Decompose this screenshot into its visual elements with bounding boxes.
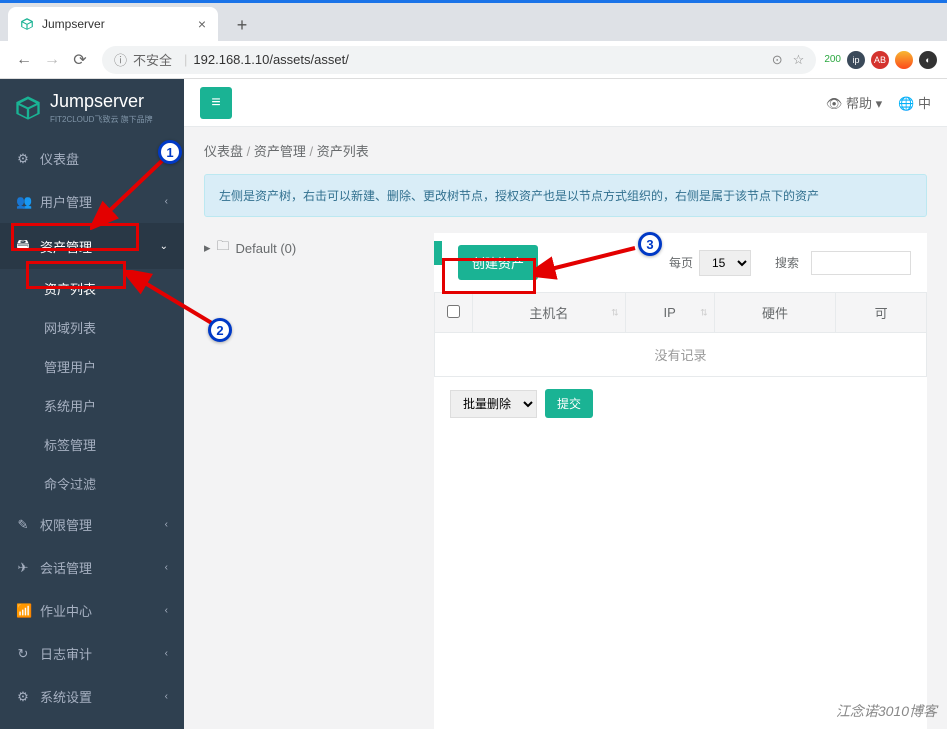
submit-button[interactable]: 提交	[545, 389, 593, 418]
col-hostname[interactable]: 主机名⇅	[473, 293, 626, 333]
sidebar-item-label: 日志审计	[40, 644, 92, 663]
chevron-left-icon: ‹	[165, 562, 168, 573]
ext-dark-icon[interactable]: ◐	[919, 51, 937, 69]
new-tab-button[interactable]: +	[226, 9, 258, 41]
top-bar: ≡ 👁 帮助 ▾ 🌐 中	[184, 79, 947, 127]
assets-icon: 🖴	[16, 235, 30, 257]
caret-icon: ▸	[204, 240, 211, 256]
create-asset-button[interactable]: 创建资产	[458, 245, 538, 280]
sidebar-item-audits[interactable]: ↻ 日志审计 ‹	[0, 632, 184, 675]
chevron-left-icon: ‹	[165, 648, 168, 659]
sidebar-item-label: 系统设置	[40, 687, 92, 706]
asset-tree: ▸ 🗀 Default (0)	[204, 233, 434, 729]
asset-table: 主机名⇅ IP⇅ 硬件 可 没有记录	[434, 292, 927, 377]
sidebar-item-label: 用户管理	[40, 192, 92, 211]
sidebar-item-assets[interactable]: 🖴 资产管理 ⌄	[0, 223, 184, 269]
lang-switch[interactable]: 🌐 中	[898, 93, 931, 112]
select-all-checkbox[interactable]	[447, 305, 460, 318]
info-banner: 左侧是资产树，右击可以新建、删除、更改树节点，授权资产也是以节点方式组织的，右侧…	[204, 174, 927, 217]
tab-title: Jumpserver	[42, 17, 105, 31]
browser-tab[interactable]: Jumpserver ×	[8, 7, 218, 41]
panel-accent	[434, 241, 442, 265]
sidebar-item-perms[interactable]: ✎ 权限管理 ‹	[0, 503, 184, 546]
logo-tagline: FIT2CLOUD飞致云 旗下品牌	[50, 114, 153, 125]
jumpserver-logo-icon	[14, 94, 42, 122]
sidebar-sub-system-user[interactable]: 系统用户	[0, 386, 184, 425]
ext-abp-icon[interactable]: AB	[871, 51, 889, 69]
empty-row: 没有记录	[435, 333, 927, 377]
sidebar-sub-asset-list[interactable]: 资产列表	[0, 269, 184, 308]
tree-node-default[interactable]: ▸ 🗀 Default (0)	[204, 233, 434, 263]
sidebar-sub-admin-user[interactable]: 管理用户	[0, 347, 184, 386]
ext-ip-icon[interactable]: ip	[847, 51, 865, 69]
extension-icons: 200 ip AB ◐	[824, 51, 937, 69]
main-content: ≡ 👁 帮助 ▾ 🌐 中 仪表盘 / 资产管理 / 资产列表 左侧是资产树，右击…	[184, 79, 947, 729]
jobs-icon: 📶	[16, 603, 30, 619]
chevron-left-icon: ‹	[165, 519, 168, 530]
col-hardware[interactable]: 硬件	[714, 293, 836, 333]
url-input[interactable]: ⓘ 不安全 | 192.168.1.10/assets/asset/ ⊙ ☆	[102, 46, 816, 74]
breadcrumb-item[interactable]: 仪表盘	[204, 144, 243, 159]
breadcrumb-item[interactable]: 资产管理	[254, 144, 306, 159]
back-button[interactable]: ←	[10, 46, 38, 74]
col-ip[interactable]: IP⇅	[625, 293, 714, 333]
search-label: 搜索	[775, 254, 799, 271]
reload-button[interactable]: ⟳	[66, 46, 94, 74]
sidebar-item-jobs[interactable]: 📶 作业中心 ‹	[0, 589, 184, 632]
sidebar-sub-cmd-filter[interactable]: 命令过滤	[0, 464, 184, 503]
col-reachable[interactable]: 可	[836, 293, 927, 333]
chevron-down-icon: ⌄	[160, 241, 168, 252]
sidebar: Jumpserver FIT2CLOUD飞致云 旗下品牌 ⚙ 仪表盘 👥 用户管…	[0, 79, 184, 729]
per-page-select[interactable]: 15	[699, 250, 751, 276]
search-in-url-icon[interactable]: ⊙	[772, 52, 783, 68]
insecure-label: 不安全	[133, 50, 172, 69]
tree-node-label: Default (0)	[236, 241, 297, 256]
folder-icon: 🗀	[217, 237, 230, 259]
forward-button[interactable]: →	[38, 46, 66, 74]
chevron-left-icon: ‹	[165, 691, 168, 702]
sidebar-item-label: 权限管理	[40, 515, 92, 534]
sidebar-item-label: 会话管理	[40, 558, 92, 577]
jumpserver-favicon-icon	[20, 17, 34, 31]
badge-count: 200	[824, 54, 841, 65]
chevron-left-icon: ‹	[165, 196, 168, 207]
sidebar-sub-domain-list[interactable]: 网域列表	[0, 308, 184, 347]
browser-tab-bar: Jumpserver × +	[0, 3, 947, 41]
bulk-action-select[interactable]: 批量删除	[450, 390, 537, 418]
star-icon[interactable]: ☆	[793, 52, 805, 68]
ext-orange-icon[interactable]	[895, 51, 913, 69]
sidebar-item-label: 资产管理	[40, 237, 92, 256]
perms-icon: ✎	[16, 517, 30, 533]
info-icon: ⓘ	[114, 50, 127, 69]
address-bar: ← → ⟳ ⓘ 不安全 | 192.168.1.10/assets/asset/…	[0, 41, 947, 79]
sidebar-item-settings[interactable]: ⚙ 系统设置 ‹	[0, 675, 184, 718]
sidebar-item-dashboard[interactable]: ⚙ 仪表盘	[0, 137, 184, 180]
sidebar-sub-label[interactable]: 标签管理	[0, 425, 184, 464]
sidebar-item-sessions[interactable]: ✈ 会话管理 ‹	[0, 546, 184, 589]
breadcrumb-item: 资产列表	[317, 144, 369, 159]
sidebar-item-label: 仪表盘	[40, 149, 79, 168]
sessions-icon: ✈	[16, 560, 30, 576]
dashboard-icon: ⚙	[16, 151, 30, 167]
audits-icon: ↻	[16, 646, 30, 662]
search-input[interactable]	[811, 251, 911, 275]
hamburger-button[interactable]: ≡	[200, 87, 232, 119]
help-link[interactable]: 👁 帮助 ▾	[826, 93, 882, 112]
sidebar-item-users[interactable]: 👥 用户管理 ‹	[0, 180, 184, 223]
settings-icon: ⚙	[16, 689, 30, 705]
logo: Jumpserver FIT2CLOUD飞致云 旗下品牌	[0, 79, 184, 137]
users-icon: 👥	[16, 194, 30, 210]
url-text: 192.168.1.10/assets/asset/	[193, 52, 348, 67]
per-page-label: 每页	[669, 254, 693, 271]
logo-text: Jumpserver	[50, 91, 153, 112]
sidebar-item-label: 作业中心	[40, 601, 92, 620]
breadcrumb: 仪表盘 / 资产管理 / 资产列表	[184, 127, 947, 174]
chevron-left-icon: ‹	[165, 605, 168, 616]
table-panel: 创建资产 每页 15 搜索 主机名⇅ IP⇅ 硬件 可	[434, 233, 927, 729]
close-tab-icon[interactable]: ×	[198, 16, 206, 32]
